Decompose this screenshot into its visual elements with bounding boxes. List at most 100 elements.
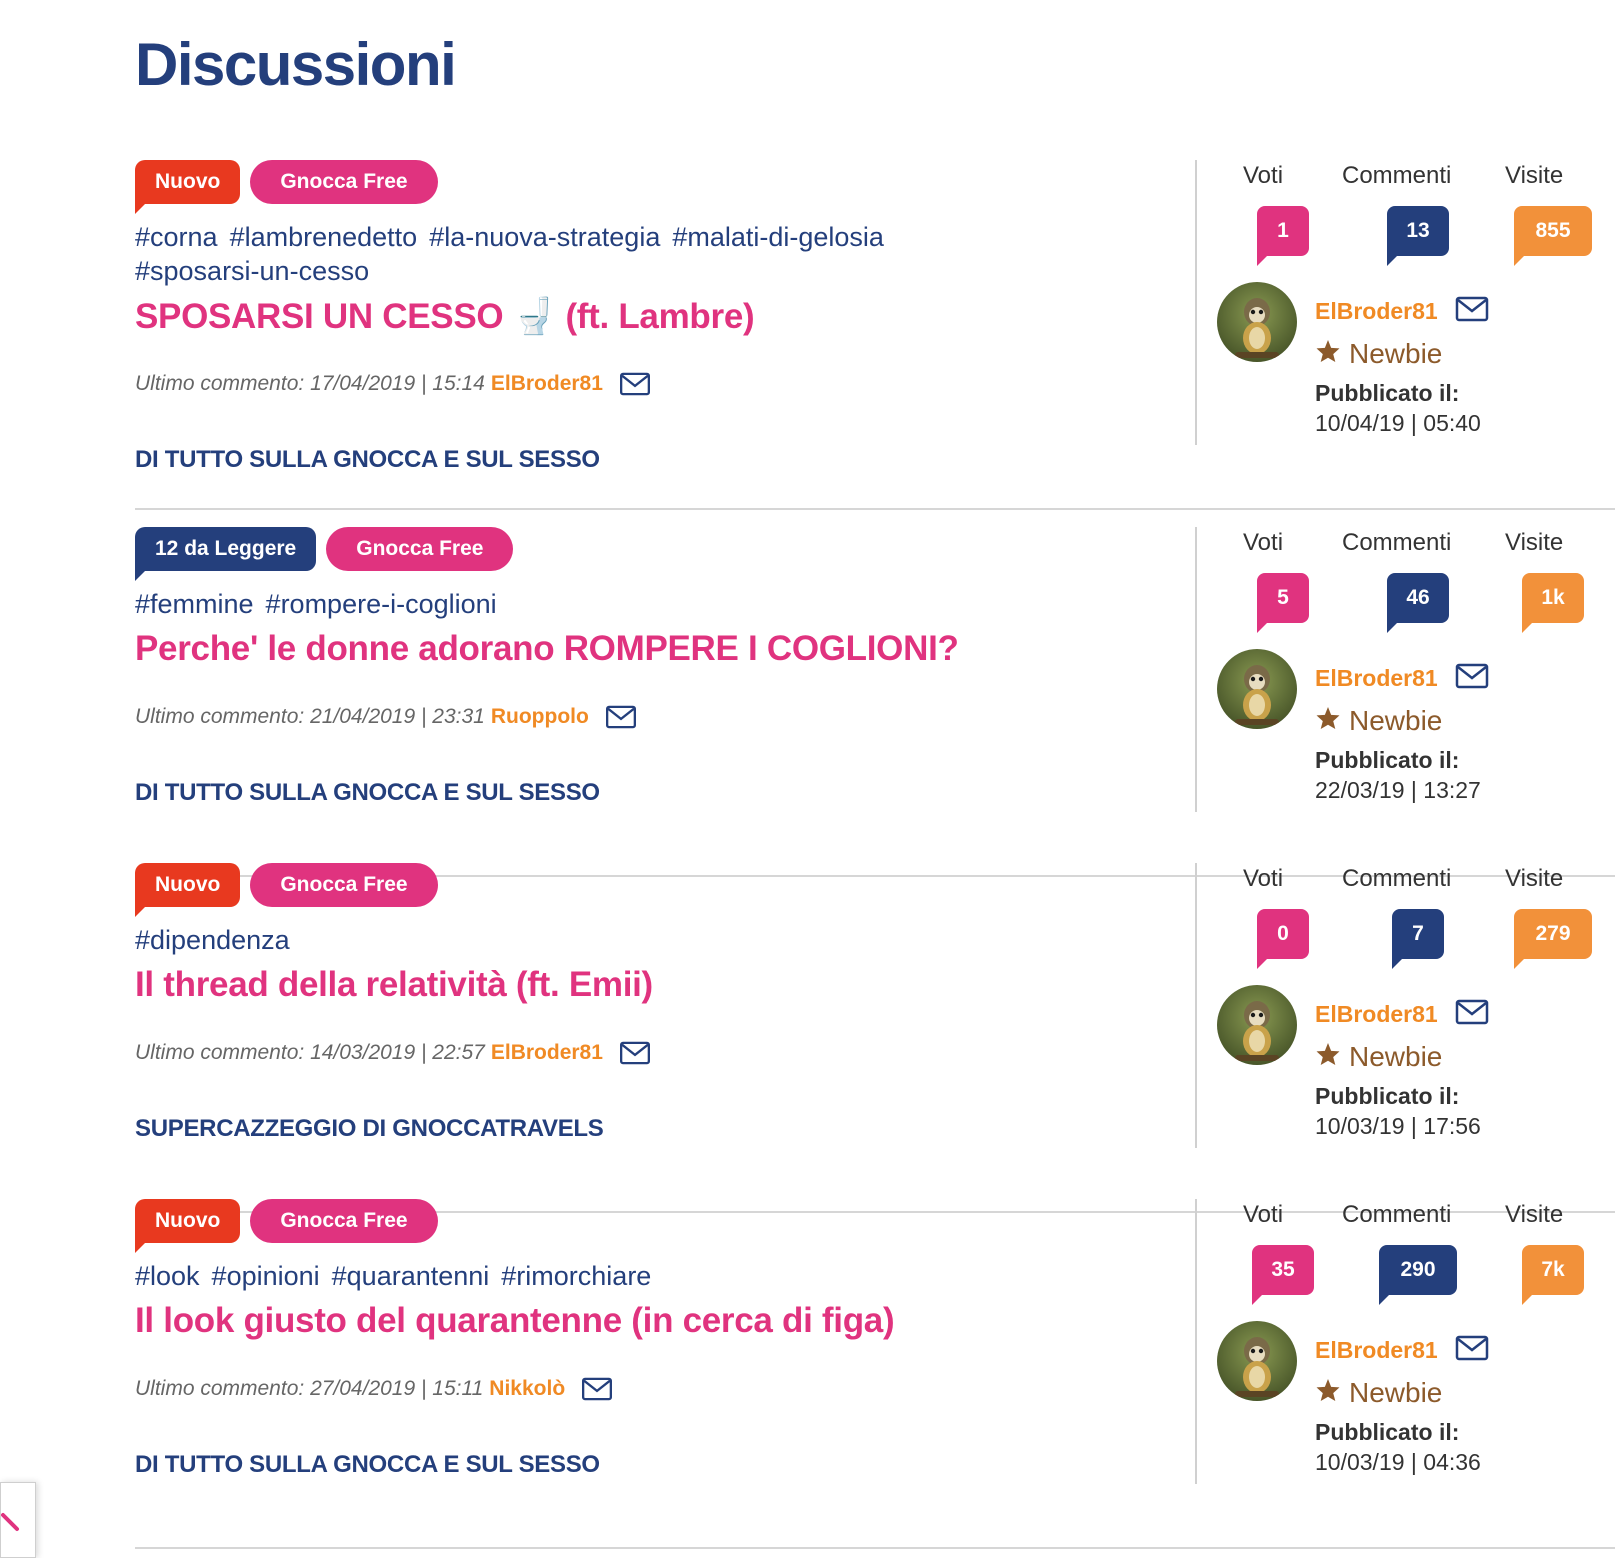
badge-group: Nuovo Gnocca Free: [135, 863, 438, 917]
votes-count: 35: [1252, 1245, 1314, 1305]
tag-link[interactable]: #femmine: [135, 587, 254, 621]
avatar[interactable]: [1217, 985, 1297, 1065]
thread-stats-panel: Voti Commenti Visite 5 46 1k ElBroder81 …: [1195, 527, 1615, 812]
comments-header: Commenti: [1342, 529, 1452, 556]
last-comment-time: 22:57: [432, 1041, 485, 1064]
thread-title-link[interactable]: Il thread della relatività (ft. Emii): [135, 965, 653, 1005]
thread-stats-panel: Voti Commenti Visite 1 13 855 ElBroder81…: [1195, 160, 1615, 445]
tag-link[interactable]: #la-nuova-strategia: [429, 220, 660, 254]
comments-header: Commenti: [1342, 162, 1452, 189]
last-comment-time: 15:11: [432, 1377, 484, 1400]
published-label: Pubblicato il:: [1315, 1419, 1460, 1445]
thread-title-link[interactable]: SPOSARSI UN CESSO 🚽 (ft. Lambre): [135, 296, 755, 337]
gnocca-free-badge[interactable]: Gnocca Free: [250, 863, 438, 907]
visits-header: Visite: [1505, 162, 1564, 189]
last-comment: Ultimo commento: 27/04/2019 | 15:11 Nikk…: [135, 1377, 613, 1401]
category-link[interactable]: SUPERCAZZEGGIO DI GNOCCATRAVELS: [135, 1115, 604, 1143]
last-comment-user-link[interactable]: Nikkolò: [489, 1377, 565, 1401]
category-link[interactable]: DI TUTTO SULLA GNOCCA E SUL SESSO: [135, 779, 600, 807]
gnocca-free-badge[interactable]: Gnocca Free: [326, 527, 514, 571]
votes-header: Voti: [1243, 529, 1284, 556]
user-rank: Newbie: [1315, 1041, 1442, 1073]
category-link[interactable]: DI TUTTO SULLA GNOCCA E SUL SESSO: [135, 1451, 600, 1479]
tag-list: #look #opinioni #quarantenni #rimorchiare: [135, 1259, 995, 1293]
badge-group: 12 da Leggere Gnocca Free: [135, 527, 514, 581]
author-link[interactable]: ElBroder81: [1315, 1001, 1438, 1028]
author-link[interactable]: ElBroder81: [1315, 298, 1438, 325]
tag-link[interactable]: #quarantenni: [332, 1259, 490, 1293]
thread-item: Nuovo Gnocca Free #look #opinioni #quaranten…: [135, 1199, 1615, 1549]
last-comment-date: 21/04/2019: [310, 705, 416, 728]
author-link[interactable]: ElBroder81: [1315, 1337, 1438, 1364]
gnocca-free-badge[interactable]: Gnocca Free: [250, 1199, 438, 1243]
mail-icon[interactable]: [619, 1041, 651, 1065]
mail-icon[interactable]: [1455, 663, 1489, 689]
scroll-to-top-button[interactable]: [0, 1482, 36, 1558]
new-badge[interactable]: Nuovo: [135, 160, 241, 214]
published-label: Pubblicato il:: [1315, 747, 1460, 773]
category-link[interactable]: DI TUTTO SULLA GNOCCA E SUL SESSO: [135, 446, 600, 474]
tag-link[interactable]: #rompere-i-coglioni: [266, 587, 497, 621]
arrow-icon: [1, 1513, 19, 1531]
user-rank: Newbie: [1315, 1377, 1442, 1409]
mail-icon[interactable]: [1455, 999, 1489, 1025]
votes-header: Voti: [1243, 865, 1284, 892]
mail-icon[interactable]: [605, 705, 637, 729]
votes-header: Voti: [1243, 162, 1284, 189]
avatar[interactable]: [1217, 1321, 1297, 1401]
published-date: 10/04/19 | 05:40: [1315, 410, 1481, 436]
mail-icon[interactable]: [619, 372, 651, 396]
last-comment-user-link[interactable]: Ruoppolo: [491, 705, 589, 729]
visits-count: 7k: [1522, 1245, 1584, 1305]
badge-group: Nuovo Gnocca Free: [135, 1199, 438, 1253]
thread-item: 12 da Leggere Gnocca Free #femmine #rompere…: [135, 527, 1615, 877]
avatar[interactable]: [1217, 282, 1297, 362]
new-badge[interactable]: Nuovo: [135, 863, 241, 917]
author-link[interactable]: ElBroder81: [1315, 665, 1438, 692]
last-comment-prefix: Ultimo commento:: [135, 1377, 305, 1400]
star-icon: [1315, 338, 1349, 370]
last-comment-time: 15:14: [432, 372, 485, 395]
tag-link[interactable]: #malati-di-gelosia: [672, 220, 884, 254]
rank-label: Newbie: [1349, 338, 1443, 369]
visits-count: 279: [1514, 909, 1592, 969]
mail-icon[interactable]: [581, 1377, 613, 1401]
tag-list: #corna #lambrenedetto #la-nuova-strategia #…: [135, 220, 995, 288]
gnocca-free-badge[interactable]: Gnocca Free: [250, 160, 438, 204]
to-read-badge[interactable]: 12 da Leggere: [135, 527, 317, 581]
star-icon: [1315, 705, 1349, 737]
tag-link[interactable]: #rimorchiare: [501, 1259, 651, 1293]
tag-link[interactable]: #opinioni: [212, 1259, 320, 1293]
comments-count: 290: [1379, 1245, 1457, 1305]
badge-group: Nuovo Gnocca Free: [135, 160, 438, 214]
avatar[interactable]: [1217, 649, 1297, 729]
visits-header: Visite: [1505, 529, 1564, 556]
last-comment-user-link[interactable]: ElBroder81: [491, 372, 603, 396]
thread-title-link[interactable]: Perche' le donne adorano ROMPERE I COGLI…: [135, 629, 959, 669]
last-comment-user-link[interactable]: ElBroder81: [491, 1041, 603, 1065]
visits-header: Visite: [1505, 1201, 1564, 1228]
last-comment-prefix: Ultimo commento:: [135, 705, 305, 728]
last-comment: Ultimo commento: 21/04/2019 | 23:31 Ruop…: [135, 705, 637, 729]
tag-link[interactable]: #look: [135, 1259, 200, 1293]
mail-icon[interactable]: [1455, 296, 1489, 322]
visits-header: Visite: [1505, 865, 1564, 892]
tag-link[interactable]: #dipendenza: [135, 923, 290, 957]
divider: [135, 508, 1615, 510]
user-rank: Newbie: [1315, 338, 1442, 370]
mail-icon[interactable]: [1455, 1335, 1489, 1361]
comments-count: 7: [1392, 909, 1444, 969]
tag-link[interactable]: #sposarsi-un-cesso: [135, 254, 369, 288]
thread-stats-panel: Voti Commenti Visite 0 7 279 ElBroder81 …: [1195, 863, 1615, 1148]
last-comment-time: 23:31: [432, 705, 485, 728]
last-comment: Ultimo commento: 17/04/2019 | 15:14 ElBr…: [135, 372, 651, 396]
tag-link[interactable]: #lambrenedetto: [230, 220, 418, 254]
comments-count: 13: [1387, 206, 1449, 266]
rank-label: Newbie: [1349, 705, 1443, 736]
published-date: 22/03/19 | 13:27: [1315, 777, 1481, 803]
new-badge[interactable]: Nuovo: [135, 1199, 241, 1253]
thread-item: Nuovo Gnocca Free #corna #lambrenedetto #la-…: [135, 160, 1615, 510]
tag-link[interactable]: #corna: [135, 220, 218, 254]
thread-title-link[interactable]: Il look giusto del quarantenne (in cerca…: [135, 1301, 895, 1341]
votes-count: 1: [1257, 206, 1309, 266]
